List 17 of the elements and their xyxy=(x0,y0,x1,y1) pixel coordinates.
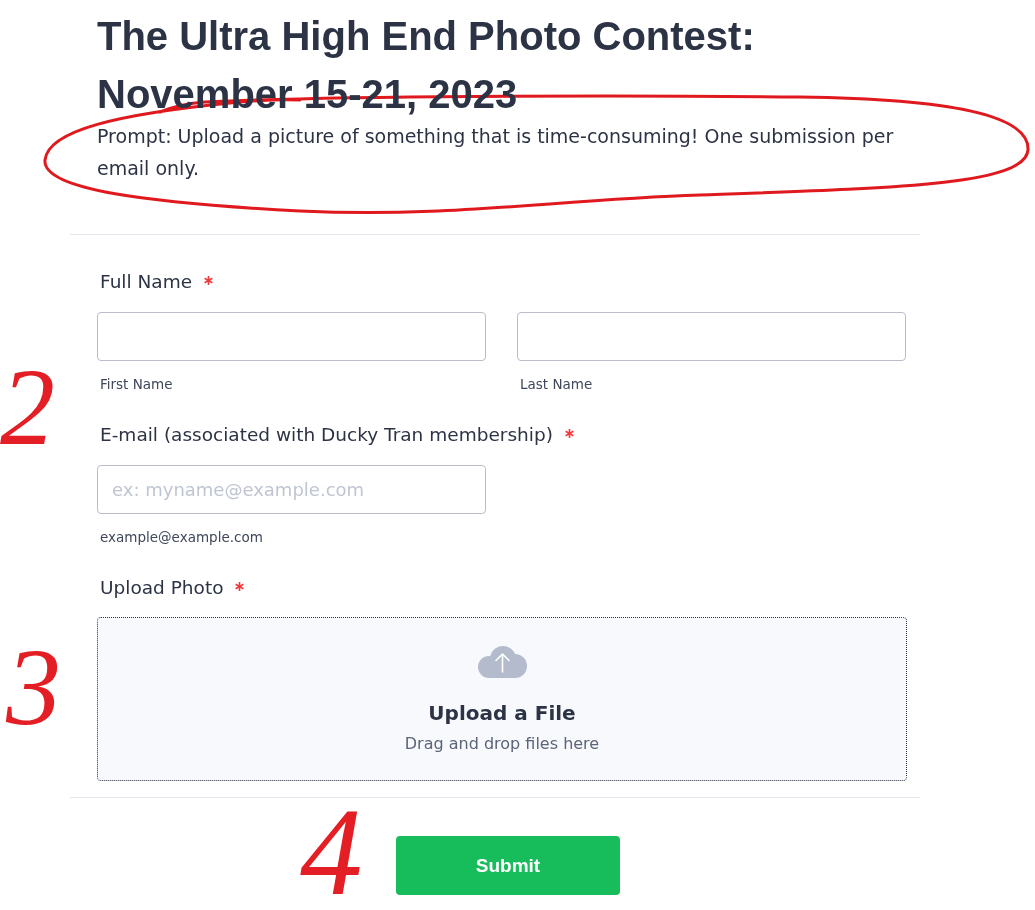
upload-dropzone[interactable]: Upload a File Drag and drop files here xyxy=(97,617,907,781)
cloud-upload-icon xyxy=(476,645,528,679)
text-input-field[interactable] xyxy=(517,312,906,361)
input-sublabel: Last Name xyxy=(519,375,593,393)
handwritten-number: 4 xyxy=(300,802,363,902)
input-sublabel: First Name xyxy=(99,375,173,393)
field-label: Upload Photo xyxy=(100,576,224,600)
field-label: Full Name xyxy=(100,270,193,294)
handwritten-number: 2 xyxy=(0,363,55,451)
upload-hint: Drag and drop files here xyxy=(404,733,600,755)
input-sublabel: example@example.com xyxy=(99,528,263,546)
upload-title: Upload a File xyxy=(428,700,576,727)
text-input-field[interactable] xyxy=(97,312,486,361)
field-label: E-mail (associated with Ducky Tran membership) xyxy=(100,423,553,447)
text-input-field[interactable]: ex: myname@example.com xyxy=(97,465,486,514)
prompt-text: Prompt: Upload a picture of something that is time-consuming! One submission per email only. xyxy=(97,124,895,181)
handwritten-number: 3 xyxy=(6,643,61,731)
